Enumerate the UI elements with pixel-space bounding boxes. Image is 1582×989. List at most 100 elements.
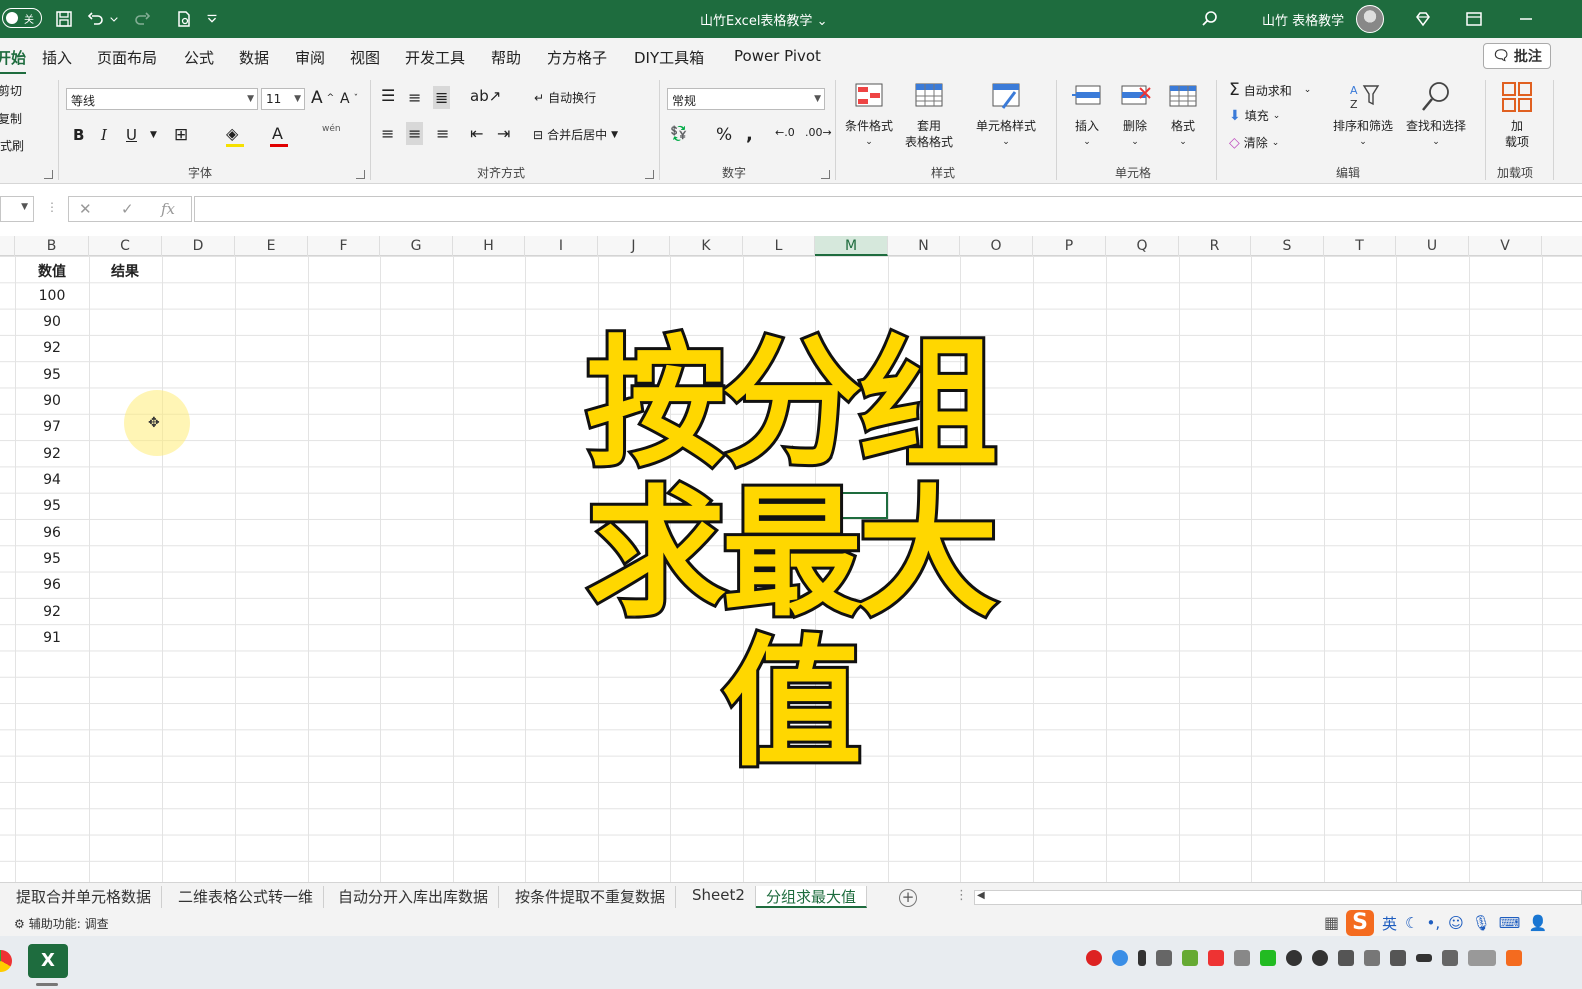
- accessibility-status[interactable]: ⚙ 辅助功能: 调查: [14, 915, 109, 932]
- align-left-icon[interactable]: ≡: [381, 124, 394, 143]
- avatar[interactable]: [1356, 5, 1384, 33]
- battery-icon[interactable]: [1416, 954, 1432, 962]
- tab-developer[interactable]: 开发工具: [405, 47, 465, 68]
- font-name-combo[interactable]: 等线 ▼: [66, 88, 258, 110]
- sheet-tab[interactable]: 按条件提取不重复数据: [505, 886, 677, 908]
- chrome-icon[interactable]: [0, 950, 12, 972]
- value-cell[interactable]: 96: [16, 577, 88, 593]
- enter-icon[interactable]: ✓: [121, 200, 134, 218]
- keyboard-tray-icon[interactable]: [1468, 950, 1496, 966]
- align-bottom-icon[interactable]: ≣: [433, 86, 451, 109]
- undo-dropdown-icon[interactable]: [108, 7, 120, 31]
- horizontal-scrollbar[interactable]: ◀: [974, 890, 1582, 905]
- network-off-icon[interactable]: [1390, 950, 1406, 966]
- column-header[interactable]: F: [308, 236, 380, 256]
- sheet-tab[interactable]: 二维表格公式转一维: [168, 886, 325, 908]
- italic-icon[interactable]: I: [101, 126, 107, 144]
- sogou-tray-icon[interactable]: [1208, 950, 1224, 966]
- chat-icon[interactable]: [1234, 950, 1250, 966]
- fill-color-icon[interactable]: ◈: [226, 124, 238, 143]
- addins-button[interactable]: 加 载项: [1500, 80, 1534, 150]
- cloud-icon[interactable]: [1112, 950, 1128, 966]
- tab-home[interactable]: 开始: [0, 47, 27, 75]
- save-icon[interactable]: [52, 7, 76, 31]
- autosave-toggle[interactable]: 关: [2, 8, 42, 28]
- orientation-icon[interactable]: ab↗: [470, 87, 501, 105]
- minimize-icon[interactable]: [1514, 7, 1538, 31]
- document-title[interactable]: 山竹Excel表格教学 ⌄: [700, 10, 827, 29]
- cancel-icon[interactable]: ✕: [79, 200, 92, 218]
- formula-bar-grip-icon[interactable]: ⋮: [46, 200, 58, 214]
- normal-view-icon[interactable]: ▦: [1324, 913, 1339, 932]
- sheet-tab[interactable]: 提取合并单元格数据: [6, 886, 163, 908]
- clipboard-launcher-icon[interactable]: [44, 170, 53, 179]
- header-cell-value[interactable]: 数值: [16, 261, 88, 281]
- wifi-icon[interactable]: [1442, 950, 1458, 966]
- row-header-corner[interactable]: [0, 236, 15, 256]
- number-launcher-icon[interactable]: [821, 170, 830, 179]
- column-header[interactable]: P: [1033, 236, 1106, 256]
- tab-formulas[interactable]: 公式: [184, 47, 214, 68]
- increase-indent-icon[interactable]: ⇥: [497, 124, 510, 143]
- header-cell-result[interactable]: 结果: [89, 261, 161, 281]
- microphone-tray-icon[interactable]: [1138, 950, 1146, 966]
- comma-style-icon[interactable]: ,: [746, 124, 753, 145]
- column-header[interactable]: U: [1396, 236, 1469, 256]
- column-header[interactable]: G: [380, 236, 453, 256]
- chevron-down-icon[interactable]: ▼: [150, 130, 157, 140]
- excel-taskbar-icon[interactable]: X: [28, 944, 68, 978]
- display-icon[interactable]: [1364, 950, 1380, 966]
- find-select-button[interactable]: 查找和选择 ⌄: [1406, 80, 1466, 150]
- font-color-icon[interactable]: A: [272, 124, 283, 143]
- qq-icon-2[interactable]: [1312, 950, 1328, 966]
- column-header[interactable]: N: [888, 236, 960, 256]
- user-name[interactable]: 山竹 表格教学: [1262, 10, 1344, 29]
- tab-split-grip-icon[interactable]: ⋮: [955, 888, 968, 903]
- conditional-formatting-button[interactable]: 条件格式 ⌄: [845, 80, 893, 150]
- qq-icon[interactable]: [1286, 950, 1302, 966]
- alignment-launcher-icon[interactable]: [645, 170, 654, 179]
- column-header[interactable]: B: [15, 236, 89, 256]
- underline-icon[interactable]: U: [126, 126, 137, 144]
- value-cell[interactable]: 97: [16, 419, 88, 435]
- column-header[interactable]: O: [960, 236, 1033, 256]
- tab-page-layout[interactable]: 页面布局: [97, 47, 157, 68]
- accounting-format-icon[interactable]: 💱: [670, 126, 687, 142]
- microphone-icon[interactable]: 🎙: [1472, 914, 1491, 932]
- format-painter-button[interactable]: 格式刷: [0, 137, 24, 154]
- format-as-table-button[interactable]: 套用 表格格式: [905, 80, 953, 150]
- value-cell[interactable]: 100: [16, 288, 88, 304]
- value-cell[interactable]: 92: [16, 604, 88, 620]
- redo-icon[interactable]: [130, 7, 154, 31]
- value-cell[interactable]: 92: [16, 340, 88, 356]
- insert-cells-button[interactable]: 插入 ⌄: [1070, 80, 1104, 150]
- increase-decimal-icon[interactable]: ←.0: [775, 126, 795, 139]
- formula-input[interactable]: [194, 196, 1582, 222]
- align-middle-icon[interactable]: ≡: [408, 88, 421, 107]
- emoji-icon[interactable]: ☺: [1448, 914, 1464, 932]
- tab-fangfang[interactable]: 方方格子: [547, 47, 607, 68]
- decrease-decimal-icon[interactable]: .00→: [805, 126, 832, 139]
- tab-view[interactable]: 视图: [350, 47, 380, 68]
- value-cell[interactable]: 95: [16, 367, 88, 383]
- increase-font-size-icon[interactable]: A ^: [311, 88, 334, 108]
- value-cell[interactable]: 95: [16, 498, 88, 514]
- column-header[interactable]: R: [1179, 236, 1251, 256]
- sheet-tab[interactable]: 自动分开入库出库数据: [328, 886, 500, 908]
- fill-button[interactable]: ⬇ 填充 ⌄: [1229, 107, 1280, 124]
- column-header[interactable]: K: [670, 236, 743, 256]
- decrease-indent-icon[interactable]: ⇤: [470, 124, 483, 143]
- format-cells-button[interactable]: 格式 ⌄: [1166, 80, 1200, 150]
- column-header[interactable]: J: [598, 236, 670, 256]
- column-header[interactable]: C: [89, 236, 162, 256]
- value-cell[interactable]: 92: [16, 446, 88, 462]
- phonetic-guide-icon[interactable]: wén: [322, 124, 341, 134]
- tab-help[interactable]: 帮助: [491, 47, 521, 68]
- search-icon[interactable]: [1198, 7, 1222, 31]
- nvidia-icon[interactable]: [1182, 950, 1198, 966]
- align-right-icon[interactable]: ≡: [436, 124, 449, 143]
- print-preview-icon[interactable]: [172, 7, 196, 31]
- column-header[interactable]: H: [453, 236, 525, 256]
- customize-quick-access-icon[interactable]: [204, 7, 220, 31]
- bold-icon[interactable]: B: [73, 126, 84, 144]
